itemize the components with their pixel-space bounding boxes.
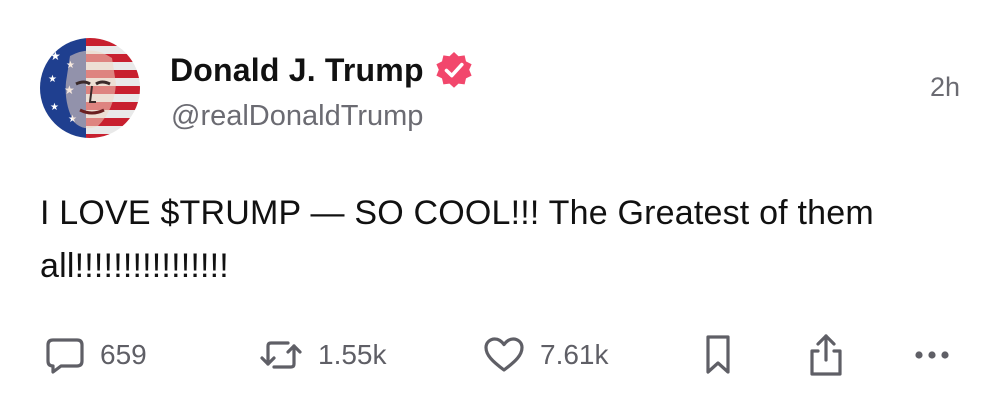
more-icon: [912, 345, 952, 365]
verified-badge-icon: [434, 50, 474, 90]
repost-button[interactable]: 1.55k: [258, 330, 387, 380]
more-options-button[interactable]: [912, 330, 952, 380]
author-display-name[interactable]: Donald J. Trump: [170, 52, 424, 89]
share-icon: [804, 332, 848, 378]
reply-button[interactable]: 659: [44, 330, 147, 380]
reply-count: 659: [100, 339, 147, 370]
svg-text:★: ★: [50, 102, 59, 113]
avatar-image: ★ ★ ★ ★ ★ ★: [40, 38, 140, 138]
svg-text:★: ★: [48, 74, 57, 85]
post-card: ★ ★ ★ ★ ★ ★ Donald J. Trump @realDonaldT…: [0, 0, 1000, 415]
author-handle[interactable]: @realDonaldTrump: [171, 100, 423, 133]
svg-text:★: ★: [50, 49, 61, 63]
comment-icon: [44, 334, 86, 376]
post-body-text: I LOVE $TRUMP — SO COOL!!! The Greatest …: [40, 194, 874, 285]
author-name-row: Donald J. Trump: [170, 50, 474, 90]
heart-icon: [482, 334, 526, 376]
avatar[interactable]: ★ ★ ★ ★ ★ ★: [40, 38, 140, 138]
post-actions-bar: 659 1.55k 7.61k: [0, 330, 1000, 380]
bookmark-icon: [700, 333, 736, 377]
like-button[interactable]: 7.61k: [482, 330, 609, 380]
like-count: 7.61k: [540, 339, 609, 370]
repost-count: 1.55k: [318, 339, 387, 370]
share-button[interactable]: [804, 330, 848, 380]
bookmark-button[interactable]: [700, 330, 736, 380]
post-timestamp[interactable]: 2h: [930, 72, 960, 103]
repost-icon: [258, 334, 304, 376]
